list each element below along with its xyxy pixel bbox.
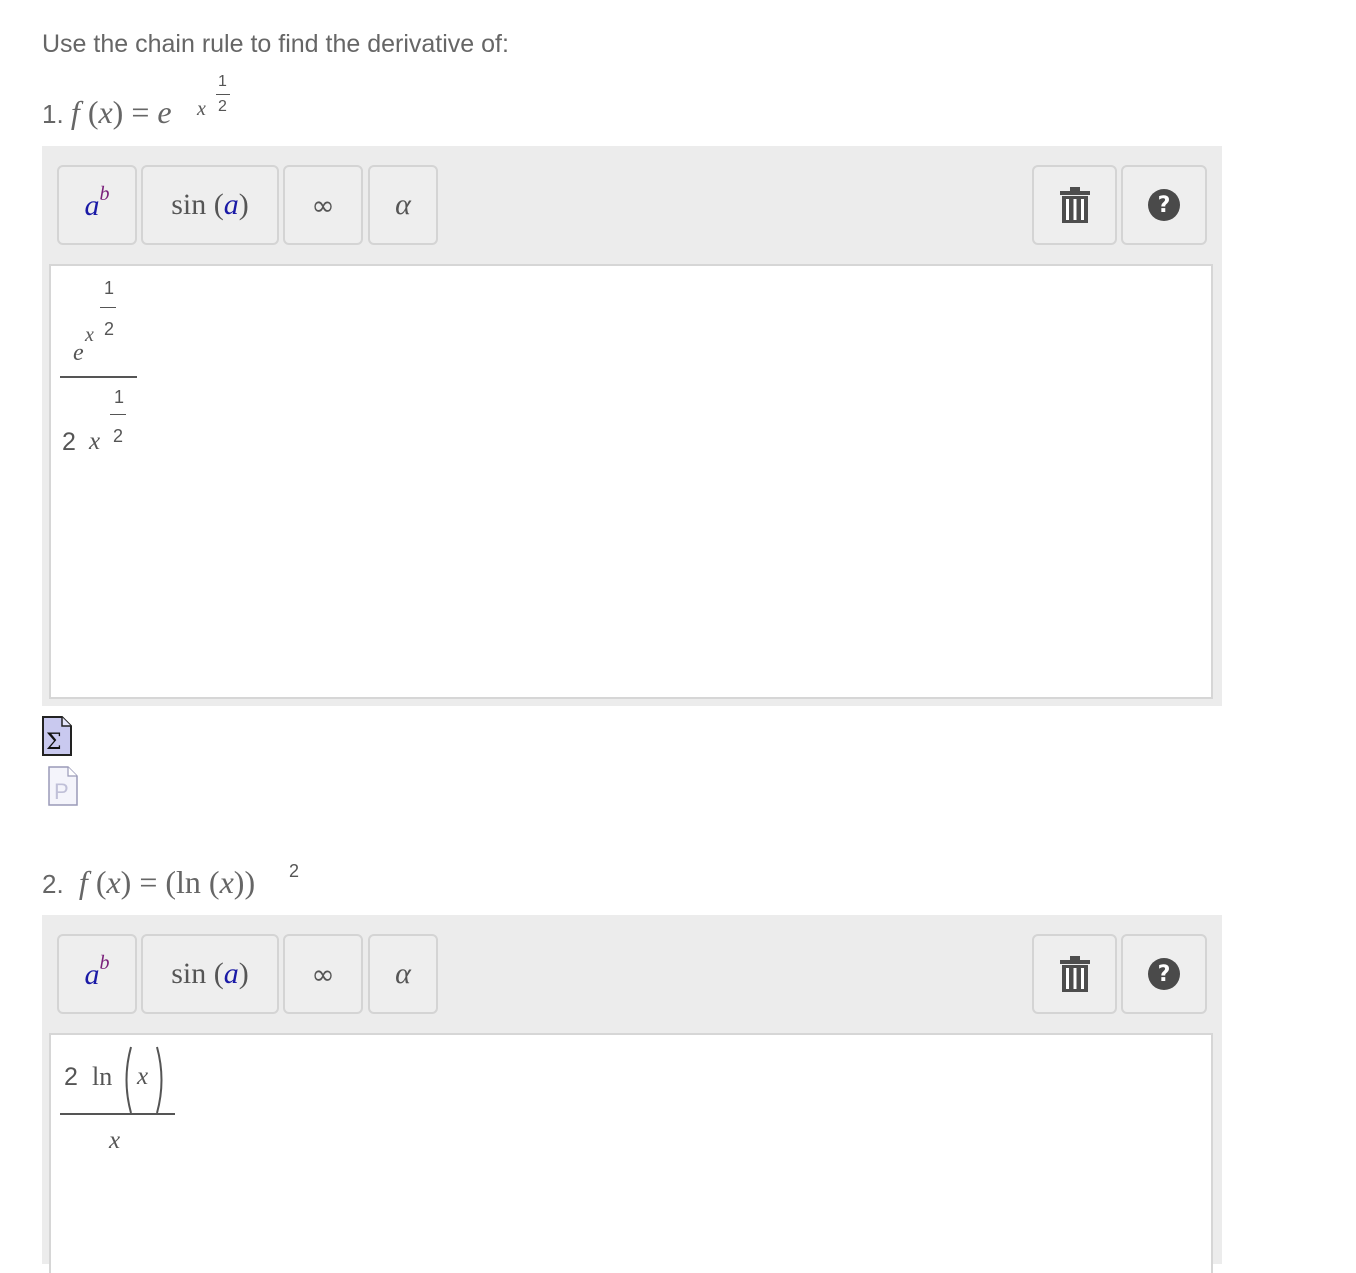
editor-toolbar: ab sin (a) ∞ α ? [42,146,1222,264]
question-number: 1. [42,99,64,129]
answer-num-base: e [73,340,84,366]
clear-button[interactable] [1032,934,1117,1014]
greek-alpha-button[interactable]: α [368,165,438,245]
svg-text:Σ: Σ [46,730,62,755]
help-icon: ? [1148,958,1180,990]
question-number: 2. [42,869,64,899]
exponent-variable: x [197,98,206,120]
alpha-icon: α [395,957,411,990]
help-button[interactable]: ? [1121,934,1207,1014]
exponent-numerator: 1 [218,73,227,90]
help-button[interactable]: ? [1121,165,1207,245]
svg-text:P: P [54,779,69,804]
answer-den-exp-bar [110,414,126,415]
answer-num-exp-bar [100,307,116,308]
answer-fraction-bar [60,1113,175,1115]
sin-button[interactable]: sin (a) [141,934,279,1014]
infinity-button[interactable]: ∞ [283,165,363,245]
trash-icon [1059,956,1090,992]
answer-num-exp-denominator: 2 [104,319,115,339]
infinity-icon: ∞ [311,957,335,991]
sin-icon: sin (a) [171,188,249,221]
equation-sigma-icon[interactable]: Σ [42,716,72,756]
left-paren [125,1046,132,1114]
preview-page-icon[interactable]: P [48,766,78,806]
answer-num-coefficient: 2 [64,1063,78,1091]
infinity-icon: ∞ [311,188,335,222]
exponent-denominator: 2 [218,98,227,115]
clear-button[interactable] [1032,165,1117,245]
answer-input[interactable]: 2 ln x x [49,1033,1213,1273]
instructions-text: Use the chain rule to find the derivativ… [42,30,509,58]
trash-icon [1059,187,1090,223]
sin-icon: sin (a) [171,957,249,990]
answer-den-variable: x [89,428,101,455]
answer-den-variable: x [109,1127,121,1154]
greek-alpha-button[interactable]: α [368,934,438,1014]
math-editor-1: ab sin (a) ∞ α ? 1 2 x e 1 2 x 2 [42,146,1222,706]
answer-fraction-bar [60,376,137,378]
answer-den-exp-numerator: 1 [114,387,125,407]
answer-den-coefficient: 2 [62,428,76,456]
editor-toolbar: ab sin (a) ∞ α ? [42,915,1222,1033]
answer-input[interactable]: 1 2 x e 1 2 x 2 [49,264,1213,699]
question-2-label: 2. f (x) = (ln (x)) [42,864,256,900]
question-1-label: 1. f (x) = e [42,94,172,130]
sin-button[interactable]: sin (a) [141,165,279,245]
infinity-button[interactable]: ∞ [283,934,363,1014]
answer-num-variable: x [137,1063,149,1090]
power-exponent: 2 [289,861,300,881]
right-paren [156,1046,163,1114]
power-button[interactable]: ab [57,165,137,245]
answer-num-exp-variable: x [85,324,94,346]
exponent-fraction-bar [216,94,230,95]
power-icon: ab [84,952,110,991]
answer-den-exp-denominator: 2 [113,426,124,446]
alpha-icon: α [395,188,411,221]
power-icon: ab [84,183,110,222]
answer-num-exp-numerator: 1 [104,278,115,298]
power-button[interactable]: ab [57,934,137,1014]
math-editor-2: ab sin (a) ∞ α ? 2 ln x x [42,915,1222,1273]
help-icon: ? [1148,189,1180,221]
answer-num-ln: ln [92,1062,113,1091]
